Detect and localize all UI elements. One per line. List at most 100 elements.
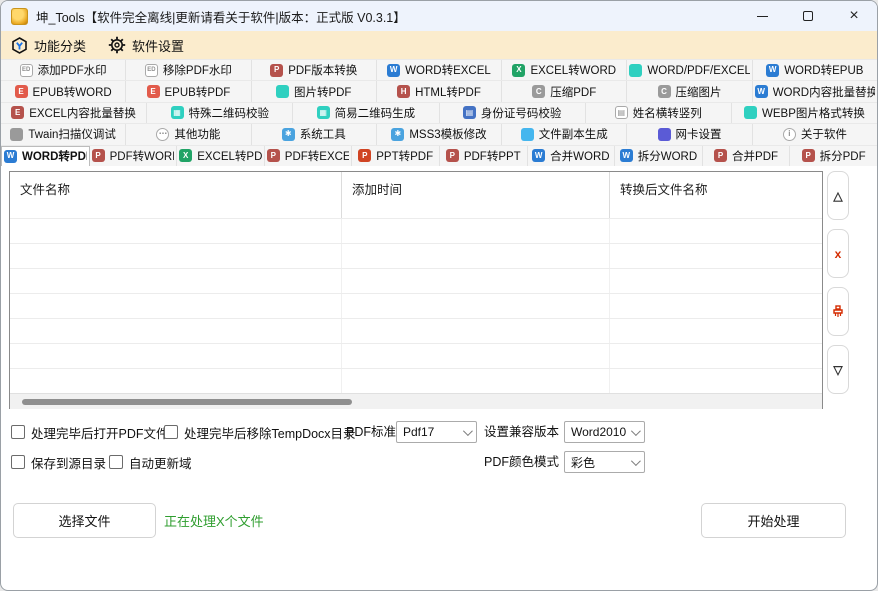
tab-拆分WORD[interactable]: W拆分WORD [615,146,703,166]
tab-WORD转EXCEL[interactable]: WWORD转EXCEL [377,60,502,80]
tab-关于软件[interactable]: i关于软件 [753,124,877,144]
tab-label: HTML转PDF [415,84,481,100]
tab-姓名横转竖列[interactable]: ▤姓名横转竖列 [586,103,732,123]
column-header[interactable]: 转换后文件名称 [610,172,822,218]
scrollbar-thumb[interactable] [22,399,352,405]
tab-HTML转PDF[interactable]: HHTML转PDF [377,81,502,101]
close-button[interactable]: × [831,1,877,31]
tab-身份证号码校验[interactable]: ▤ 身份证号码校验 [440,103,586,123]
column-header[interactable]: 文件名称 [10,172,342,218]
compat-version-select[interactable]: Word2010 [564,421,645,443]
tab-label: 添加PDF水印 [38,62,107,78]
tab-WORD/PDF/EXCEL转图片[interactable]: WORD/PDF/EXCEL转图片 [627,60,752,80]
tab-网卡设置[interactable]: 网卡设置 [627,124,752,144]
clear-list-button[interactable] [827,287,849,336]
tab-压缩PDF[interactable]: C压缩PDF [502,81,627,101]
tab-label: WORD转PDF [22,148,87,164]
tab-label: WORD/PDF/EXCEL转图片 [647,62,749,78]
tab-PDF转PPT[interactable]: PPDF转PPT [440,146,528,166]
tab-WEBP图片格式转换[interactable]: WEBP图片格式转换 [732,103,877,123]
select-files-button[interactable]: 选择文件 [13,503,156,538]
checkbox-icon [11,455,25,469]
excel-icon: X [512,64,525,77]
tab-PDF转EXCEL[interactable]: PPDF转EXCEL [265,146,353,166]
tab-图片转PDF[interactable]: 图片转PDF [252,81,377,101]
move-down-button[interactable]: ▽ [827,345,849,394]
tab-label: 合并PDF [732,148,778,164]
tab-label: 身份证号码校验 [481,105,562,121]
tab-label: PPT转PDF [376,148,433,164]
id-card-icon: ▤ [463,106,476,119]
tab-label: Twain扫描仪调试 [28,126,116,142]
remove-x-icon: x [835,247,842,261]
checkbox-icon [109,455,123,469]
table-body [10,218,822,393]
app-window: 坤_Tools【软件完全离线|更新请看关于软件|版本：正式版 V0.3.1】 ×… [0,0,878,591]
maximize-button[interactable] [785,1,831,31]
table-row [10,268,822,293]
tab-label: PDF转EXCEL [285,148,350,164]
tab-简易二维码生成[interactable]: ▦简易二维码生成 [293,103,439,123]
column-header[interactable]: 添加时间 [342,172,610,218]
tab-其他功能[interactable]: ⋯其他功能 [126,124,251,144]
word-icon: W [532,149,545,162]
tool-item-label: 软件设置 [132,36,184,55]
tab-EPUB转PDF[interactable]: EEPUB转PDF [126,81,251,101]
tool-item-label: 功能分类 [34,36,86,55]
tab-添加PDF水印[interactable]: ED添加PDF水印 [1,60,126,80]
tab-WORD内容批量替换[interactable]: WWORD内容批量替换 [753,81,877,101]
chevron-down-icon [631,426,641,436]
minimize-button[interactable] [739,1,785,31]
software-settings-button[interactable]: 软件设置 [108,36,184,55]
checkbox-save-to-source-dir[interactable]: 保存到源目录 [11,451,106,473]
table-header-row: 文件名称添加时间转换后文件名称 [10,172,822,218]
tab-label: PDF转PPT [464,148,521,164]
pdf-standard-select[interactable]: Pdf17 [396,421,477,443]
settings-gear-icon [108,36,126,54]
table-cell [10,269,342,293]
tab-合并PDF[interactable]: P合并PDF [703,146,791,166]
table-row [10,343,822,368]
table-cell [610,369,822,393]
table-cell [342,369,610,393]
horizontal-scrollbar[interactable] [10,393,822,409]
tab-PDF转WORD[interactable]: PPDF转WORD [90,146,178,166]
tab-特殊二维码校验[interactable]: ▦特殊二维码校验 [147,103,293,123]
pdf-standard-label: PDF标准 [346,421,396,443]
image-icon [744,106,757,119]
tab-合并WORD[interactable]: W合并WORD [528,146,616,166]
options-row-1: 处理完毕后打开PDF文件 处理完毕后移除TempDocx目录 PDF标准 Pdf… [1,421,877,443]
tab-PPT转PDF[interactable]: PPPT转PDF [352,146,440,166]
word-icon: W [620,149,633,162]
pdf-color-mode-select[interactable]: 彩色 [564,451,645,473]
category-hexagon-icon [11,37,28,54]
pdf-icon: P [802,149,815,162]
tab-WORD转PDF[interactable]: WWORD转PDF [1,146,90,166]
tab-WORD转EPUB[interactable]: WWORD转EPUB [753,60,877,80]
checkbox-auto-update-fields[interactable]: 自动更新域 [109,451,192,473]
move-up-button[interactable]: △ [827,171,849,220]
tab-EXCEL内容批量替换[interactable]: EEXCEL内容批量替换 [1,103,147,123]
table-cell [10,344,342,368]
tab-拆分PDF[interactable]: P拆分PDF [790,146,877,166]
checkbox-icon [164,425,178,439]
checkbox-remove-tempdocx-after-processing[interactable]: 处理完毕后移除TempDocx目录 [164,421,356,443]
tab-移除PDF水印[interactable]: ED移除PDF水印 [126,60,251,80]
tab-文件副本生成[interactable]: 文件副本生成 [502,124,627,144]
tab-Twain扫描仪调试[interactable]: Twain扫描仪调试 [1,124,126,144]
tab-EPUB转WORD[interactable]: EEPUB转WORD [1,81,126,101]
table-cell [10,294,342,318]
app-icon [11,8,28,25]
tab-EXCEL转PDF[interactable]: XEXCEL转PDF [177,146,265,166]
start-processing-button[interactable]: 开始处理 [701,503,846,538]
table-cell [342,244,610,268]
function-category-button[interactable]: 功能分类 [11,36,86,55]
tab-压缩图片[interactable]: C压缩图片 [627,81,752,101]
tab-MSS3模板修改[interactable]: ✱MSS3模板修改 [377,124,502,144]
tab-PDF版本转换[interactable]: PPDF版本转换 [252,60,377,80]
table-cell [610,219,822,243]
checkbox-open-pdf-after-processing[interactable]: 处理完毕后打开PDF文件 [11,421,169,443]
tab-EXCEL转WORD[interactable]: XEXCEL转WORD [502,60,627,80]
remove-file-button[interactable]: x [827,229,849,278]
tab-系统工具[interactable]: ✱系统工具 [252,124,377,144]
